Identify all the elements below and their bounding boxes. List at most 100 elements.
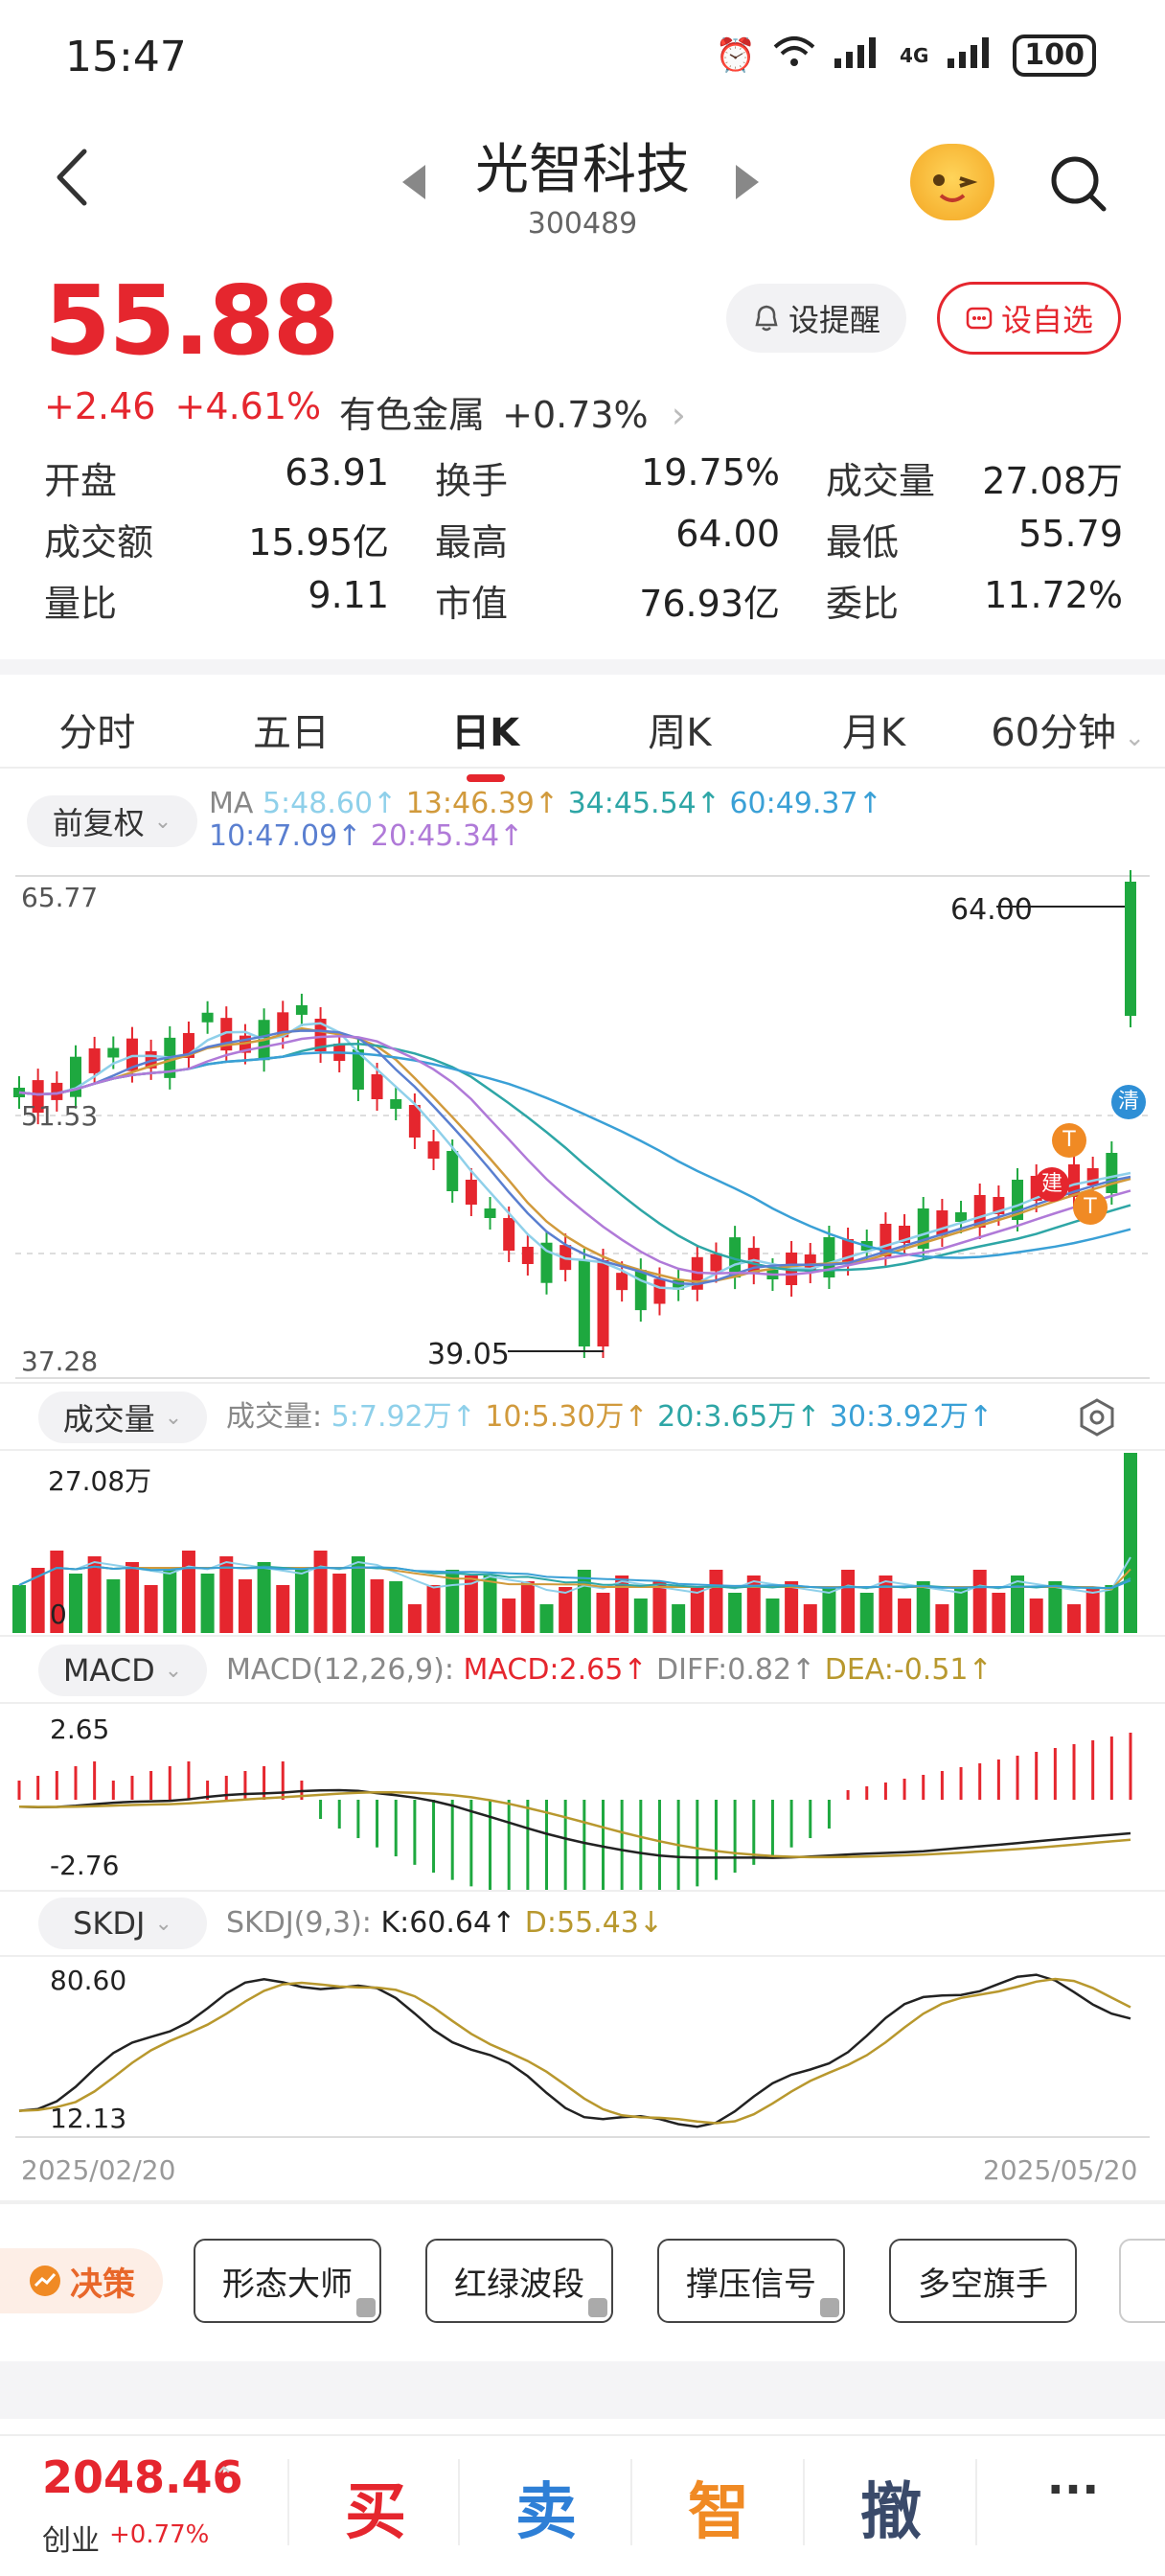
candle-body <box>371 1074 383 1099</box>
clear-badge[interactable]: 清 <box>1111 1085 1146 1119</box>
tool-label: 形态大师 <box>222 2265 353 2304</box>
stat-low: 最低 55.79 <box>826 512 1123 564</box>
volume-bar <box>992 1593 1006 1633</box>
skdj-selector[interactable]: SKDJ ⌄ <box>38 1898 207 1949</box>
candle-body <box>484 1208 496 1218</box>
macd-bar <box>74 1766 78 1800</box>
current-price: 55.88 <box>44 264 339 377</box>
smart-button[interactable]: 智 <box>632 2463 805 2551</box>
volume-bar <box>859 1593 874 1633</box>
tool-red-green-band[interactable]: 红绿波段 <box>425 2239 613 2323</box>
tab-daily-k[interactable]: 日K <box>388 702 582 782</box>
macd-bar <box>922 1775 925 1800</box>
tool-more-partial[interactable] <box>1119 2239 1165 2323</box>
macd-bar <box>507 1800 511 1890</box>
ma-5: 5:48.60↑ <box>262 787 398 820</box>
mascot-icon[interactable] <box>910 144 994 220</box>
t-badge-2[interactable]: T <box>1073 1190 1108 1225</box>
macd-bar <box>263 1766 266 1800</box>
volume-bar <box>483 1576 497 1633</box>
settings-button[interactable] <box>1077 1397 1117 1438</box>
set-alert-button[interactable]: 设提醒 <box>726 284 906 353</box>
t-badge[interactable]: T <box>1052 1123 1086 1158</box>
tab-60min[interactable]: 60分钟 ⌄ <box>971 702 1165 757</box>
tool-long-short-flag[interactable]: 多空旗手 <box>889 2239 1077 2323</box>
sector-change: +0.73% <box>502 394 649 436</box>
macd-bar <box>168 1766 171 1800</box>
volume-bar <box>672 1604 686 1633</box>
volume-bar <box>559 1587 573 1633</box>
macd-bar <box>93 1761 97 1800</box>
candle-body <box>201 1012 214 1023</box>
macd-bar <box>940 1771 944 1800</box>
network-4g-icon: 4G <box>900 44 929 67</box>
stat-volume-ratio: 量比 9.11 <box>44 573 389 625</box>
tab-five-day[interactable]: 五日 <box>194 702 389 757</box>
volume-bar <box>1105 1585 1119 1633</box>
candle-body <box>521 1247 534 1264</box>
volume-bar <box>803 1604 817 1633</box>
tab-weekly-k[interactable]: 周K <box>582 702 777 757</box>
macd-selector[interactable]: MACD ⌄ <box>38 1644 207 1696</box>
status-time: 15:47 <box>65 33 187 81</box>
skdj-y-bottom: 12.13 <box>50 2103 127 2134</box>
macd-bar <box>337 1800 341 1829</box>
build-badge[interactable]: 建 <box>1035 1167 1069 1202</box>
tool-label: 红绿波段 <box>454 2265 584 2304</box>
volume-bar <box>746 1576 761 1633</box>
macd-bar <box>450 1800 454 1880</box>
macd-bar <box>36 1776 40 1800</box>
candle-body <box>634 1270 647 1311</box>
more-button[interactable]: ··· <box>987 2463 1159 2517</box>
divider <box>0 1382 1165 1384</box>
chevron-down-icon: ⌄ <box>1116 724 1146 752</box>
candle-body <box>446 1151 459 1191</box>
macd-bar <box>996 1760 1000 1800</box>
tool-support-pressure[interactable]: 撑压信号 <box>657 2239 845 2323</box>
stat-amount: 成交额 15.95亿 <box>44 520 389 564</box>
next-stock-button[interactable] <box>736 165 759 199</box>
volume-chart <box>12 1453 1137 1633</box>
macd-y-top: 2.65 <box>50 1714 110 1745</box>
tab-intraday[interactable]: 分时 <box>0 702 194 757</box>
macd-bar <box>733 1800 737 1874</box>
add-watchlist-label: 设自选 <box>1000 302 1093 338</box>
volume-bar <box>633 1598 648 1633</box>
candle-body <box>427 1141 440 1159</box>
cancel-button[interactable]: 撤 <box>805 2463 977 2551</box>
tab-monthly-k[interactable]: 月K <box>777 702 971 757</box>
kline-chart[interactable] <box>0 862 1165 1380</box>
kline-low-label: 39.05 <box>427 1338 510 1371</box>
tool-pattern-master[interactable]: 形态大师 <box>194 2239 381 2323</box>
macd-bar <box>111 1781 115 1800</box>
ma-34: 34:45.54↑ <box>567 787 720 820</box>
adjust-selector[interactable]: 前复权 ⌄ <box>27 795 197 847</box>
volume-bar <box>765 1598 780 1633</box>
volume-bar <box>407 1604 422 1633</box>
volume-selector[interactable]: 成交量 ⌄ <box>38 1392 207 1443</box>
macd-bar <box>714 1800 718 1880</box>
macd-chart <box>17 1733 1132 1890</box>
hexagon-settings-icon <box>1080 1398 1114 1437</box>
buy-button[interactable]: 买 <box>289 2463 462 2551</box>
macd-bar <box>187 1761 191 1800</box>
candle-body <box>616 1273 628 1291</box>
sector-link[interactable]: 有色金属 +0.73% › <box>339 385 686 438</box>
skdj-label: SKDJ <box>73 1905 146 1942</box>
ma-10: 10:47.09↑ <box>209 819 362 853</box>
add-watchlist-button[interactable]: 设自选 <box>937 282 1121 355</box>
volume-bar <box>841 1570 856 1633</box>
candle-body <box>653 1278 666 1304</box>
volume-bar <box>1067 1604 1082 1633</box>
search-button[interactable] <box>1048 153 1109 215</box>
volume-bar <box>257 1562 271 1633</box>
volume-bar <box>276 1585 290 1633</box>
volume-bar <box>690 1587 704 1633</box>
volume-bar <box>822 1587 836 1633</box>
decision-tab[interactable]: 决策 <box>0 2248 163 2313</box>
volume-bar <box>1048 1581 1062 1633</box>
adjust-label: 前复权 <box>52 805 145 841</box>
sell-button[interactable]: 卖 <box>460 2463 632 2551</box>
volume-bar <box>332 1574 347 1633</box>
candle-body <box>503 1218 515 1251</box>
